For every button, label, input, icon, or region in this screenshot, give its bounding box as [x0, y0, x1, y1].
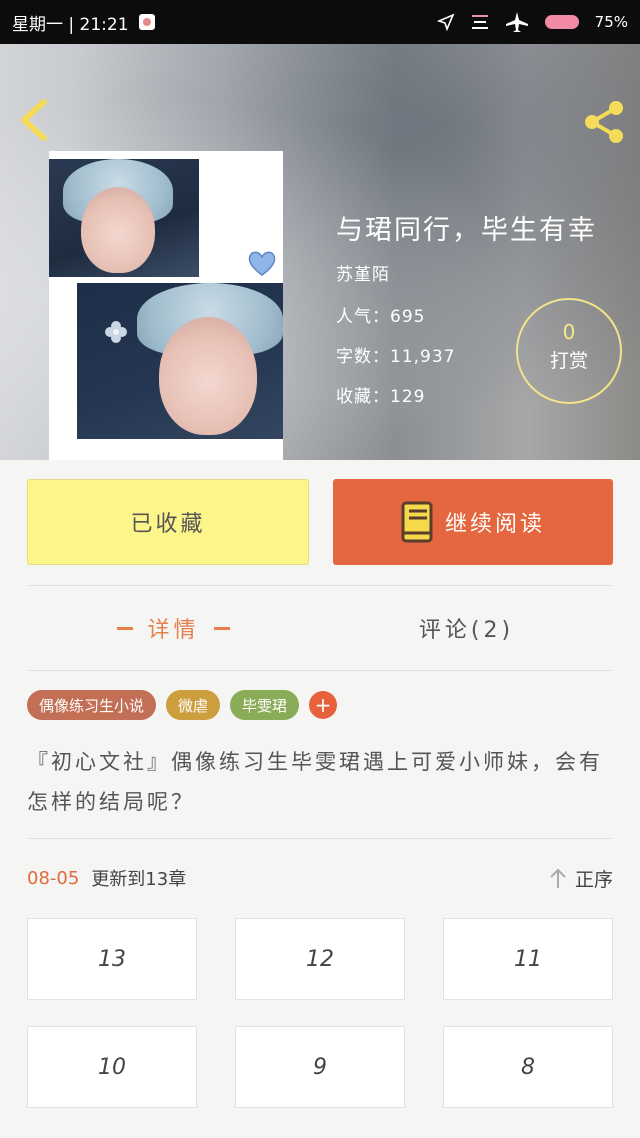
menu-icon: [471, 15, 488, 29]
battery-icon: [544, 15, 579, 29]
book-popularity: 人气：695: [336, 307, 426, 327]
location-arrow-icon: [436, 13, 455, 31]
tab-bar: 详情 评论(2): [27, 586, 613, 670]
book-cover[interactable]: [49, 151, 283, 460]
favorited-button[interactable]: 已收藏: [27, 479, 309, 565]
chapter-item[interactable]: 11: [443, 918, 613, 1000]
status-datetime: 星期一 | 21:21: [12, 14, 129, 35]
book-author[interactable]: 苏堇陌: [336, 260, 390, 285]
favorited-label: 已收藏: [130, 512, 206, 537]
chapter-item[interactable]: 9: [235, 1026, 405, 1108]
tag-item[interactable]: 偶像练习生小说: [27, 690, 157, 720]
continue-reading-button[interactable]: 继续阅读: [333, 479, 613, 565]
cover-photo: [49, 159, 199, 277]
divider: [27, 670, 613, 671]
chapter-item[interactable]: 8: [443, 1026, 613, 1108]
chevron-left-icon[interactable]: [14, 98, 54, 142]
book-word-count: 字数：11,937: [336, 347, 456, 367]
chapter-grid: 13 12 11 10 9 8: [27, 918, 613, 1108]
reward-label: 打赏: [549, 350, 588, 372]
chapter-item[interactable]: 12: [235, 918, 405, 1000]
sort-order-button[interactable]: 正序: [549, 865, 613, 892]
tab-indicator: [117, 626, 134, 630]
book-header: 与珺同行，毕生有幸 苏堇陌 人气：695 字数：11,937 收藏：129 0 …: [0, 44, 640, 460]
tab-comments[interactable]: 评论(2): [320, 586, 613, 670]
update-text: 更新到13章: [91, 869, 187, 890]
tag-list: 偶像练习生小说 微虐 毕雯珺 +: [27, 690, 338, 720]
continue-reading-label: 继续阅读: [444, 512, 545, 537]
tag-item[interactable]: 微虐: [166, 690, 221, 720]
tab-indicator: [213, 626, 230, 630]
chapter-item[interactable]: 10: [27, 1026, 197, 1108]
sort-order-label: 正序: [574, 868, 613, 891]
arrow-up-icon: [550, 868, 566, 888]
share-icon[interactable]: [580, 100, 628, 144]
flower-icon: [105, 321, 127, 343]
tab-comments-label: 评论(2): [418, 618, 515, 643]
battery-percent: 75%: [594, 13, 628, 31]
book-title: 与珺同行，毕生有幸: [336, 215, 597, 246]
tag-item[interactable]: 毕雯珺: [230, 690, 300, 720]
reward-count: 0: [562, 320, 576, 344]
book-favorites: 收藏：129: [336, 387, 426, 407]
chapter-header: 08-05 更新到13章 正序: [27, 858, 613, 898]
airplane-icon: [505, 12, 528, 32]
cover-photo: [77, 283, 283, 439]
divider: [27, 838, 613, 839]
notification-icon: [138, 14, 155, 30]
book-icon: [401, 501, 433, 543]
tab-detail-label: 详情: [147, 618, 200, 643]
add-tag-button[interactable]: +: [309, 691, 338, 719]
chapter-item[interactable]: 13: [27, 918, 197, 1000]
heart-icon: [248, 251, 276, 276]
status-bar: 星期一 | 21:21 75%: [0, 0, 640, 44]
update-date: 08-05: [27, 867, 80, 889]
tab-detail[interactable]: 详情: [27, 586, 320, 670]
book-description: 『初心文社』偶像练习生毕雯珺遇上可爱小师妹，会有怎样的结局呢？: [27, 750, 603, 814]
reward-button[interactable]: 0 打赏: [516, 298, 622, 404]
